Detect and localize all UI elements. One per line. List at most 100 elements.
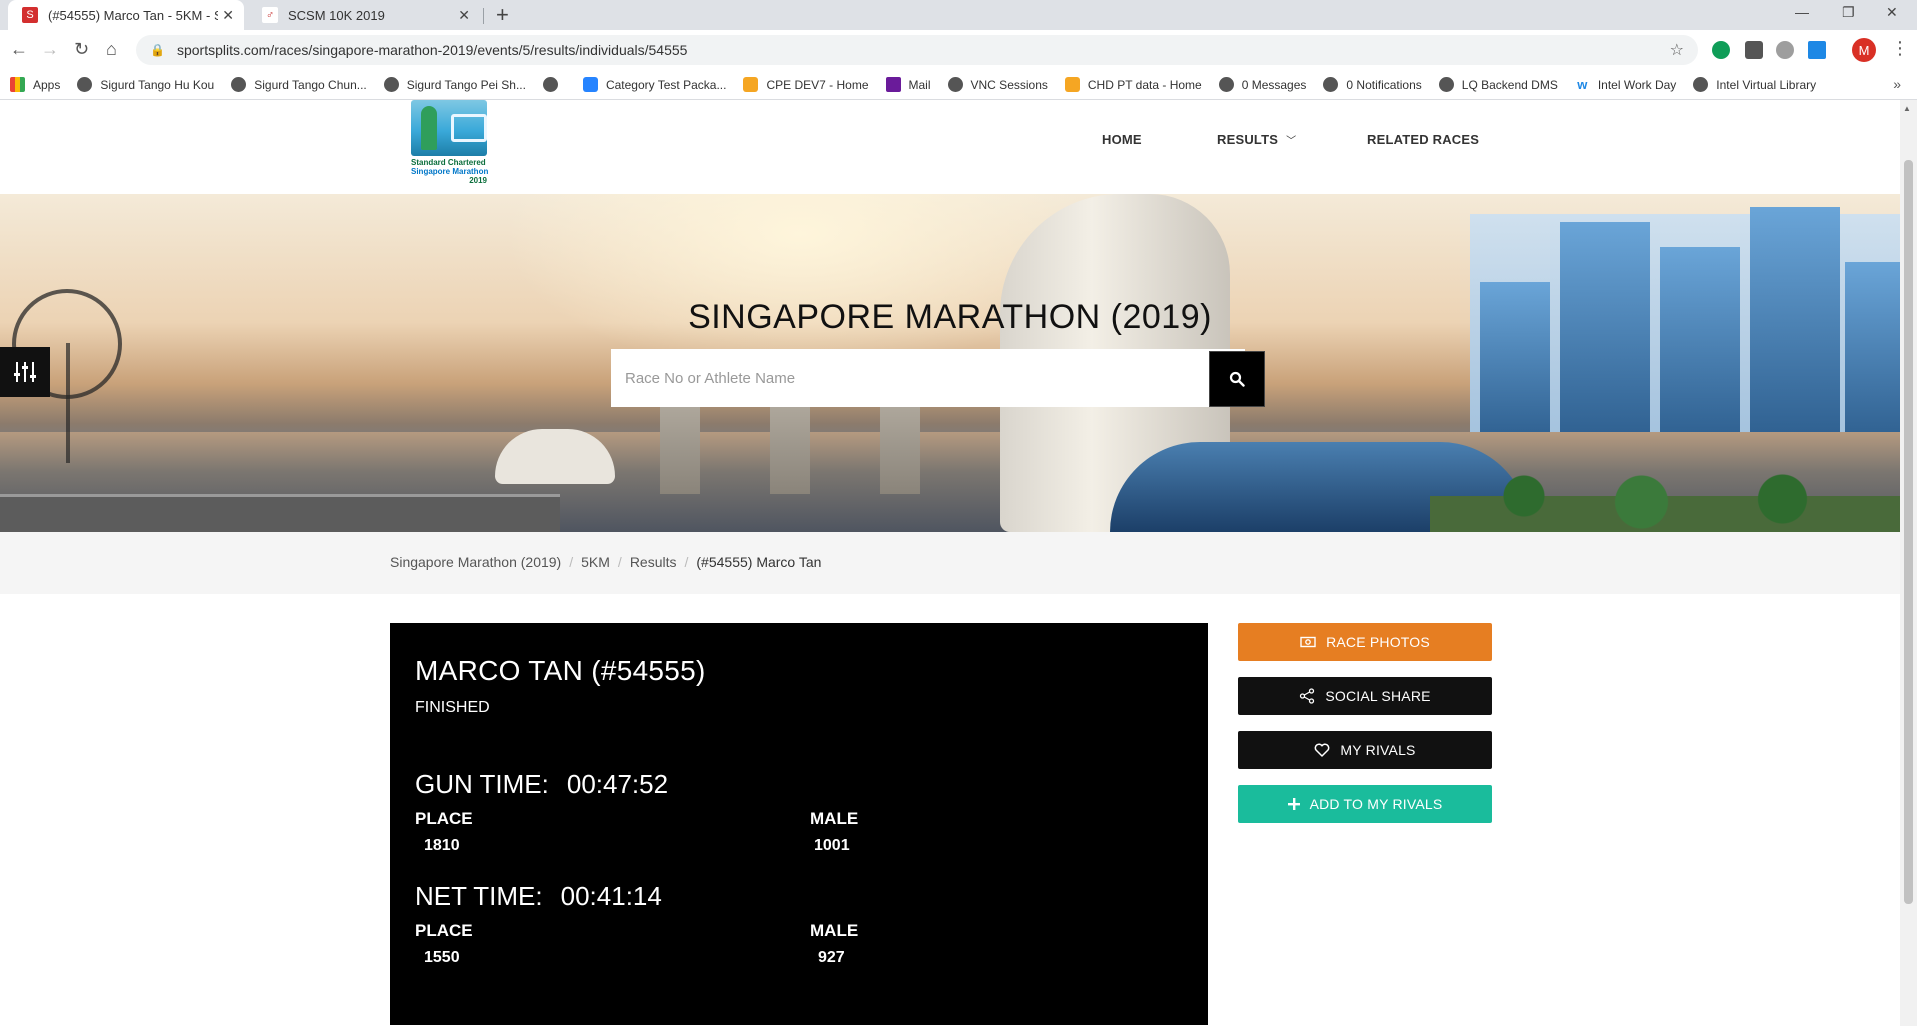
social-share-button[interactable]: SOCIAL SHARE — [1238, 677, 1492, 715]
browser-tab-inactive[interactable]: ♂ SCSM 10K 2019 ✕ — [248, 0, 480, 30]
extension-gray-icon[interactable] — [1776, 41, 1794, 59]
logo-line-3: 2019 — [469, 176, 487, 185]
my-rivals-button[interactable]: MY RIVALS — [1238, 731, 1492, 769]
bookmark-item[interactable]: Mail — [885, 77, 931, 92]
hero-promenade — [0, 494, 560, 532]
net-time-row: NET TIME: 00:41:14 — [415, 881, 662, 912]
bookmark-item[interactable]: CPE DEV7 - Home — [743, 77, 869, 92]
close-window-icon[interactable]: ✕ — [1886, 4, 1898, 21]
close-tab-icon[interactable]: ✕ — [222, 7, 234, 24]
bookmark-item[interactable]: 0 Notifications — [1323, 77, 1422, 92]
search-button[interactable] — [1209, 351, 1265, 407]
race-photos-button[interactable]: RACE PHOTOS — [1238, 623, 1492, 661]
nav-results[interactable]: RESULTS ﹀ — [1217, 132, 1296, 147]
bookmark-item[interactable]: VNC Sessions — [947, 77, 1048, 92]
gun-place-value: 1810 — [424, 837, 460, 854]
search-icon — [1229, 371, 1245, 387]
profile-avatar[interactable]: M — [1852, 38, 1876, 62]
add-to-my-rivals-label: ADD TO MY RIVALS — [1309, 796, 1443, 812]
bookmark-item[interactable]: Sigurd Tango Pei Sh... — [383, 77, 526, 92]
my-rivals-label: MY RIVALS — [1340, 742, 1416, 758]
address-bar[interactable]: 🔒 sportsplits.com/races/singapore-marath… — [136, 35, 1698, 65]
athlete-search — [611, 349, 1265, 407]
breadcrumb-bar: Singapore Marathon (2019) / 5KM / Result… — [0, 532, 1900, 594]
net-gender-value: 927 — [818, 949, 845, 966]
race-logo[interactable]: Standard Chartered Singapore Marathon 20… — [411, 100, 489, 188]
bookmark-item[interactable]: Category Test Packa... — [582, 77, 726, 92]
bookmark-item[interactable] — [542, 77, 566, 92]
net-time-label: NET TIME: — [415, 881, 543, 911]
restore-window-icon[interactable]: ❐ — [1842, 4, 1855, 21]
net-place-label: PLACE — [415, 921, 473, 940]
globe-icon — [383, 77, 399, 92]
bookmark-item[interactable]: Intel Virtual Library — [1693, 77, 1816, 92]
breadcrumb-race[interactable]: Singapore Marathon (2019) — [390, 554, 561, 570]
breadcrumb-current: (#54555) Marco Tan — [696, 554, 822, 570]
workday-icon: w — [1574, 77, 1590, 92]
reload-icon[interactable]: ↻ — [74, 39, 89, 60]
globe-icon — [1323, 77, 1339, 92]
plus-icon — [1287, 798, 1300, 810]
page-scrollbar[interactable]: ▲ — [1900, 100, 1917, 1026]
share-icon — [1299, 688, 1315, 704]
athlete-result-card: MARCO TAN (#54555) FINISHED GUN TIME: 00:… — [390, 623, 1208, 1025]
home-icon[interactable]: ⌂ — [106, 39, 117, 60]
extension-flipboard-icon[interactable] — [1745, 41, 1763, 59]
jira-icon — [582, 77, 598, 92]
confluence-icon — [1064, 77, 1080, 92]
breadcrumb-results[interactable]: Results — [630, 554, 677, 570]
gun-time-value: 00:47:52 — [566, 769, 669, 799]
nav-results-label: RESULTS — [1217, 132, 1279, 147]
minimize-window-icon[interactable]: — — [1795, 4, 1809, 20]
chevron-down-icon: ﹀ — [1286, 136, 1297, 147]
logo-line-1: Standard Chartered — [411, 158, 486, 167]
filter-toggle-button[interactable] — [0, 347, 50, 397]
race-photos-label: RACE PHOTOS — [1326, 634, 1430, 650]
athlete-name: MARCO TAN (#54555) — [415, 655, 706, 686]
close-tab-icon[interactable]: ✕ — [458, 7, 470, 24]
bookmark-star-icon[interactable]: ☆ — [1670, 40, 1684, 60]
web-page: Standard Chartered Singapore Marathon 20… — [0, 100, 1900, 1026]
scroll-up-icon[interactable]: ▲ — [1903, 104, 1911, 113]
add-to-my-rivals-button[interactable]: ADD TO MY RIVALS — [1238, 785, 1492, 823]
hero-banner: SINGAPORE MARATHON (2019) — [0, 194, 1900, 532]
extension-green-icon[interactable] — [1712, 41, 1730, 59]
globe-icon — [231, 77, 247, 92]
search-input[interactable] — [611, 349, 1187, 407]
photo-icon — [1300, 636, 1316, 648]
bookmark-item[interactable]: LQ Backend DMS — [1438, 77, 1558, 92]
breadcrumb-separator: / — [569, 554, 574, 570]
new-tab-icon[interactable]: + — [496, 2, 509, 28]
url-text: sportsplits.com/races/singapore-marathon… — [176, 42, 688, 58]
heart-icon — [1314, 743, 1330, 757]
bookmark-item[interactable]: Sigurd Tango Chun... — [231, 77, 367, 92]
browser-menu-icon[interactable]: ⋮ — [1891, 38, 1909, 59]
breadcrumb-separator: / — [684, 554, 689, 570]
breadcrumb-separator: / — [617, 554, 622, 570]
globe-icon — [1693, 77, 1709, 92]
nav-related-races[interactable]: RELATED RACES — [1367, 132, 1479, 147]
back-arrow-icon[interactable]: ← — [10, 39, 28, 60]
lock-icon: 🔒 — [150, 43, 165, 57]
mail-icon — [885, 77, 901, 92]
net-time-value: 00:41:14 — [560, 881, 662, 911]
tab-title: (#54555) Marco Tan - 5KM - Sing — [48, 7, 218, 23]
more-bookmarks-icon[interactable]: » — [1893, 76, 1901, 92]
globe-icon — [77, 77, 93, 92]
hero-building — [1660, 247, 1740, 442]
bookmark-item[interactable]: Sigurd Tango Hu Kou — [77, 77, 214, 92]
extension-windows-icon[interactable] — [1808, 41, 1826, 59]
breadcrumb-event[interactable]: 5KM — [581, 554, 610, 570]
site-header: Standard Chartered Singapore Marathon 20… — [0, 100, 1900, 194]
scsm-favicon-icon: ♂ — [262, 7, 278, 23]
browser-tab-active[interactable]: S (#54555) Marco Tan - 5KM - Sing ✕ — [8, 0, 244, 30]
logo-line-2: Singapore Marathon — [411, 167, 489, 176]
breadcrumb: Singapore Marathon (2019) / 5KM / Result… — [390, 554, 821, 570]
forward-arrow-icon[interactable]: → — [41, 39, 59, 60]
scrollbar-thumb[interactable] — [1904, 160, 1913, 904]
bookmark-item[interactable]: 0 Messages — [1218, 77, 1306, 92]
bookmark-item[interactable]: Apps — [10, 77, 60, 92]
bookmark-item[interactable]: w Intel Work Day — [1574, 77, 1676, 92]
nav-home[interactable]: HOME — [1102, 132, 1142, 147]
bookmark-item[interactable]: CHD PT data - Home — [1064, 77, 1202, 92]
